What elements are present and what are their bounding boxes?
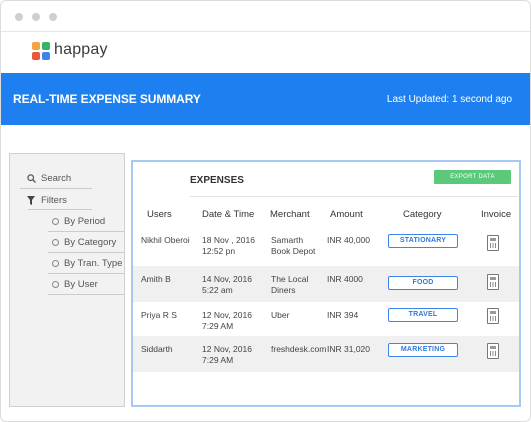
- cell-time: 5:22 am: [202, 285, 233, 295]
- cell-user: Amith B: [141, 274, 171, 284]
- window-dot-icon[interactable]: [15, 13, 23, 21]
- last-updated-text: Last Updated: 1 second ago: [386, 94, 512, 105]
- column-header-invoice: Invoice: [481, 209, 512, 220]
- category-badge[interactable]: MARKETING: [388, 343, 458, 357]
- column-header-amount: Amount: [330, 209, 363, 220]
- logo-bar: happay: [1, 32, 530, 72]
- sidebar-filters[interactable]: Filters: [26, 195, 67, 206]
- filter-icon: [26, 196, 36, 205]
- window-titlebar: [1, 1, 530, 32]
- cell-merchant: Samarth: [271, 235, 304, 245]
- sidebar: Search Filters By Period By Category By …: [9, 153, 125, 407]
- cell-date: 12 Nov, 2016: [202, 310, 252, 320]
- cell-user: Nikhil Oberoi: [141, 235, 190, 245]
- cell-user: Priya R S: [141, 310, 177, 320]
- radio-icon: [52, 281, 59, 288]
- invoice-icon[interactable]: [487, 274, 499, 290]
- cell-user: Siddarth: [141, 344, 173, 354]
- cell-time: 7:29 AM: [202, 355, 234, 365]
- cell-amount: INR 394: [327, 310, 359, 320]
- radio-icon: [52, 239, 59, 246]
- browser-window: happay REAL-TIME EXPENSE SUMMARY Last Up…: [0, 0, 531, 422]
- summary-banner: REAL-TIME EXPENSE SUMMARY Last Updated: …: [1, 73, 530, 125]
- divider: [20, 188, 92, 189]
- column-header-category: Category: [403, 209, 442, 220]
- sidebar-item-label: By User: [64, 279, 98, 290]
- divider: [28, 209, 92, 210]
- expenses-panel: EXPENSES EXPORT DATA Users Date & Time M…: [131, 160, 521, 407]
- cell-merchant: Book Depot: [271, 246, 316, 256]
- cell-date: 12 Nov, 2016: [202, 344, 252, 354]
- cell-date: 18 Nov , 2016: [202, 235, 255, 245]
- cell-merchant: freshdesk.com: [271, 344, 327, 354]
- category-badge[interactable]: STATIONARY: [388, 234, 458, 248]
- cell-merchant: The Local: [271, 274, 309, 284]
- divider: [48, 294, 124, 295]
- window-dot-icon[interactable]: [32, 13, 40, 21]
- cell-time: 7:29 AM: [202, 321, 234, 331]
- divider: [190, 196, 518, 197]
- invoice-icon[interactable]: [487, 235, 499, 251]
- cell-time: 12:52 pn: [202, 246, 236, 256]
- sidebar-item-label: By Period: [64, 216, 106, 227]
- search-label: Search: [41, 173, 72, 184]
- sidebar-item-by-tran-type[interactable]: By Tran. Type: [52, 258, 122, 269]
- table-row[interactable]: Amith B 14 Nov, 2016 5:22 am The Local D…: [133, 266, 519, 302]
- invoice-icon[interactable]: [487, 343, 499, 359]
- search-icon: [26, 174, 36, 183]
- sidebar-item-by-category[interactable]: By Category: [52, 237, 116, 248]
- sidebar-item-by-user[interactable]: By User: [52, 279, 98, 290]
- category-badge[interactable]: FOOD: [388, 276, 458, 290]
- cell-date: 14 Nov, 2016: [202, 274, 252, 284]
- logo-text: happay: [54, 41, 108, 58]
- cell-merchant: Uber: [271, 310, 290, 320]
- expenses-title: EXPENSES: [190, 175, 244, 186]
- invoice-icon[interactable]: [487, 308, 499, 324]
- radio-icon: [52, 260, 59, 267]
- table-row[interactable]: Priya R S 12 Nov, 2016 7:29 AM Uber INR …: [133, 302, 519, 336]
- cell-amount: INR 40,000: [327, 235, 370, 245]
- sidebar-item-label: By Tran. Type: [64, 258, 123, 269]
- table-row[interactable]: Nikhil Oberoi 18 Nov , 2016 12:52 pn Sam…: [133, 226, 519, 266]
- column-header-date: Date & Time: [202, 209, 255, 220]
- cell-merchant: Diners: [271, 285, 296, 295]
- filters-label: Filters: [41, 195, 67, 206]
- column-header-users: Users: [147, 209, 172, 220]
- sidebar-item-by-period[interactable]: By Period: [52, 216, 105, 227]
- sidebar-search[interactable]: Search: [26, 173, 71, 184]
- column-header-merchant: Merchant: [270, 209, 310, 220]
- dashboard-panel: Search Filters By Period By Category By …: [9, 153, 521, 408]
- divider: [48, 273, 124, 274]
- banner-title: REAL-TIME EXPENSE SUMMARY: [13, 92, 201, 106]
- sidebar-item-label: By Category: [64, 237, 117, 248]
- export-data-button[interactable]: EXPORT DATA: [434, 170, 511, 184]
- divider: [48, 252, 124, 253]
- divider: [48, 231, 124, 232]
- happay-logo-icon: [32, 42, 50, 60]
- cell-amount: INR 31,020: [327, 344, 370, 354]
- cell-amount: INR 4000: [327, 274, 363, 284]
- window-dot-icon[interactable]: [49, 13, 57, 21]
- table-row[interactable]: Siddarth 12 Nov, 2016 7:29 AM freshdesk.…: [133, 336, 519, 372]
- radio-icon: [52, 218, 59, 225]
- category-badge[interactable]: TRAVEL: [388, 308, 458, 322]
